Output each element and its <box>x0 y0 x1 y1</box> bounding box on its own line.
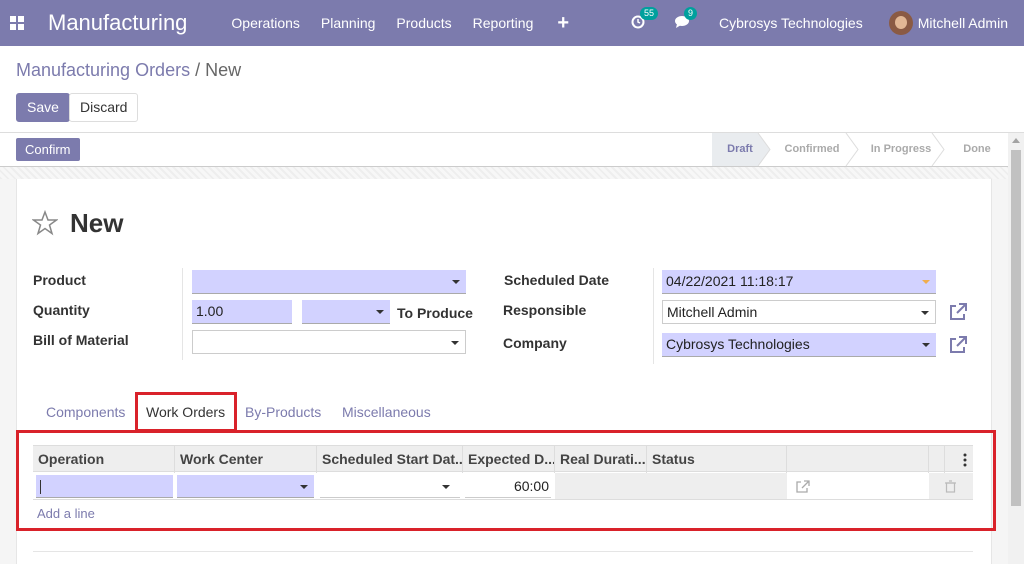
activity-icon[interactable]: 55 <box>631 7 659 31</box>
star-icon[interactable] <box>32 210 58 236</box>
discard-button[interactable]: Discard <box>69 93 139 122</box>
chevron-down-icon <box>376 310 384 314</box>
menu-operations[interactable]: Operations <box>231 15 299 31</box>
company-switcher[interactable]: Cybrosys Technologies <box>719 15 863 31</box>
chat-icon[interactable]: 9 <box>675 7 698 31</box>
label-quantity: Quantity <box>33 302 90 318</box>
bom-select[interactable] <box>192 330 466 354</box>
divider <box>33 551 973 552</box>
company-select[interactable]: Cybrosys Technologies <box>662 333 936 357</box>
confirm-button[interactable]: Confirm <box>16 138 80 161</box>
status-bar: Confirm Draft Confirmed In Progress Done <box>0 133 1008 167</box>
label-bom: Bill of Material <box>33 332 129 348</box>
quantity-input[interactable]: 1.00 <box>192 300 292 324</box>
message-badge: 9 <box>684 7 698 20</box>
top-navbar: Manufacturing Operations Planning Produc… <box>0 0 1024 46</box>
menu-products[interactable]: Products <box>396 15 451 31</box>
menu-planning[interactable]: Planning <box>321 15 376 31</box>
stage-in-progress[interactable]: In Progress <box>860 133 942 166</box>
field-separator <box>653 268 654 364</box>
breadcrumb-separator: / <box>195 60 201 80</box>
scheduled-date-input[interactable]: 04/22/2021 11:18:17 <box>662 270 936 294</box>
label-responsible: Responsible <box>503 302 587 318</box>
scroll-up-icon[interactable] <box>1012 138 1020 143</box>
chevron-down-icon <box>922 280 930 284</box>
user-menu[interactable]: Mitchell Admin <box>918 15 1008 31</box>
tab-components[interactable]: Components <box>46 404 125 420</box>
avatar[interactable] <box>888 11 913 35</box>
menu-reporting[interactable]: Reporting <box>473 15 534 31</box>
external-link-icon[interactable] <box>948 335 968 355</box>
field-separator <box>182 268 183 360</box>
label-product: Product <box>33 272 86 288</box>
product-select[interactable] <box>192 270 466 294</box>
highlight-box-table <box>16 430 996 531</box>
activity-badge: 55 <box>640 7 659 20</box>
company-value: Cybrosys Technologies <box>666 336 810 352</box>
quantity-value: 1.00 <box>196 303 224 319</box>
tab-work-orders[interactable]: Work Orders <box>146 404 225 420</box>
breadcrumb-parent[interactable]: Manufacturing Orders <box>16 60 190 80</box>
plus-icon[interactable]: + <box>557 12 569 35</box>
responsible-value: Mitchell Admin <box>667 304 758 320</box>
tab-miscellaneous[interactable]: Miscellaneous <box>342 404 431 420</box>
chevron-down-icon <box>451 341 459 345</box>
apps-menu-icon[interactable] <box>10 16 24 30</box>
record-title: New <box>70 208 124 238</box>
scrollbar-thumb[interactable] <box>1011 150 1021 506</box>
scheduled-date-value: 04/22/2021 11:18:17 <box>666 273 794 289</box>
to-produce-label: To Produce <box>397 305 473 321</box>
chevron-down-icon <box>921 311 929 315</box>
label-company: Company <box>503 335 567 351</box>
external-link-icon[interactable] <box>948 302 968 322</box>
stage-done[interactable]: Done <box>950 133 1004 166</box>
save-button[interactable]: Save <box>16 93 70 122</box>
breadcrumb-current: New <box>205 60 242 80</box>
uom-select[interactable] <box>302 300 390 324</box>
tab-by-products[interactable]: By-Products <box>245 404 321 420</box>
breadcrumb: Manufacturing Orders / New <box>16 60 241 81</box>
stage-draft[interactable]: Draft <box>712 133 768 166</box>
app-brand[interactable]: Manufacturing <box>48 10 187 36</box>
responsible-select[interactable]: Mitchell Admin <box>662 300 936 324</box>
chevron-down-icon <box>452 280 460 284</box>
sheet-top-pattern <box>0 167 1008 179</box>
stage-confirmed[interactable]: Confirmed <box>772 133 852 166</box>
label-scheduled-date: Scheduled Date <box>504 272 610 288</box>
chevron-down-icon <box>922 343 930 347</box>
